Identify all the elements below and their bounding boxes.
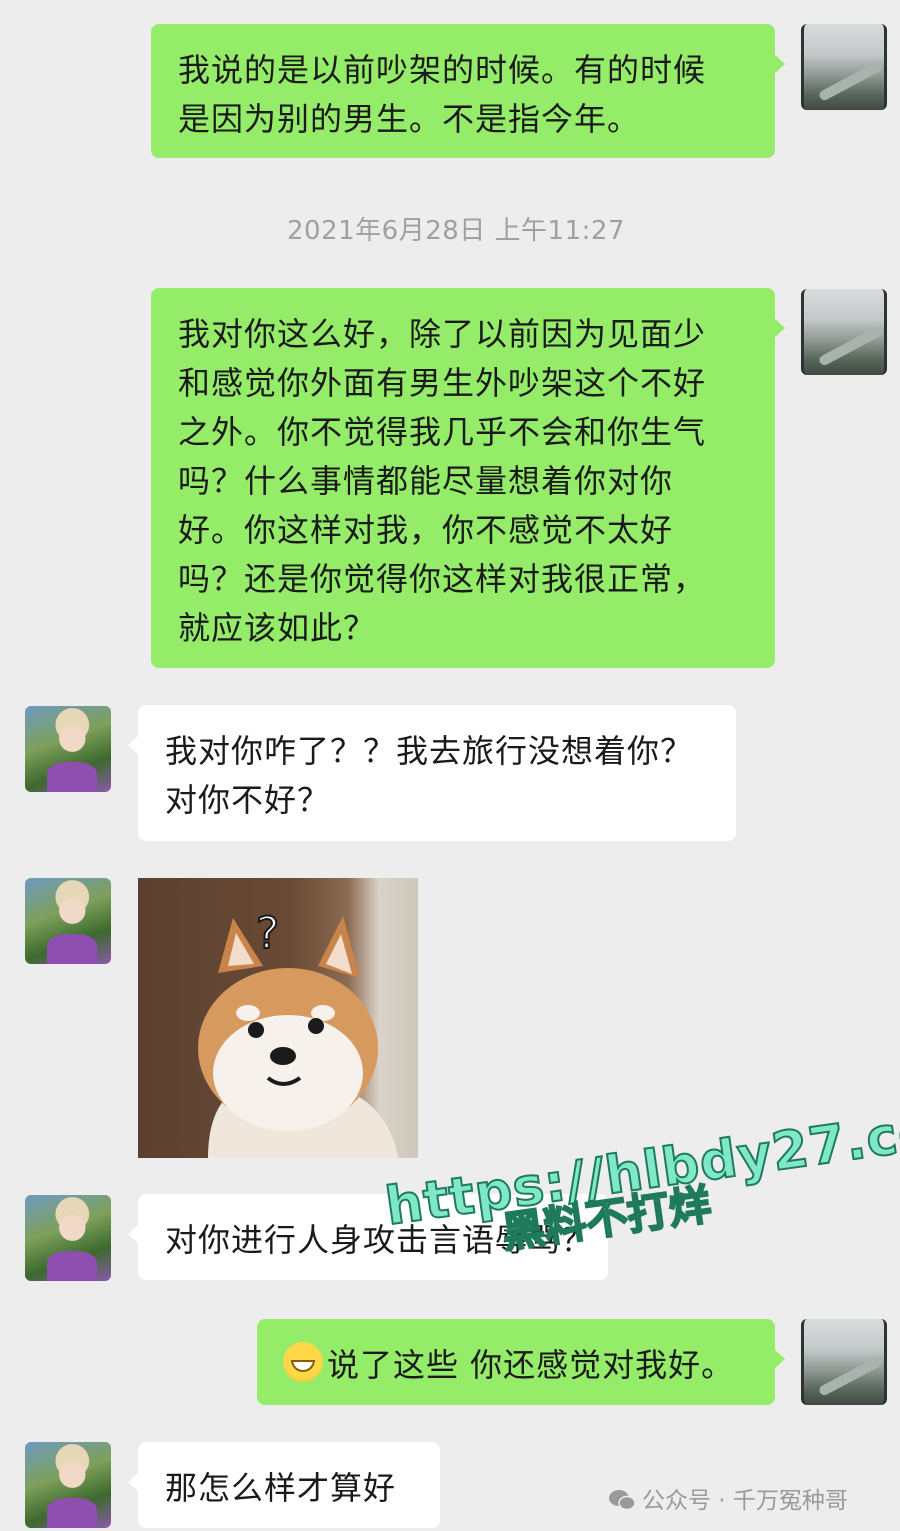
question-mark: ?: [255, 907, 280, 960]
message-line: 是因为别的男生。不是指今年。: [178, 100, 641, 138]
message-bubble-sent[interactable]: 我说的是以前吵架的时候。有的时候 是因为别的男生。不是指今年。: [151, 24, 785, 158]
message-bubble-received[interactable]: 我对你咋了？？我去旅行没想着你？ 对你不好？: [128, 705, 736, 841]
public-account-label: 公众号 · 千万冤种哥: [608, 1481, 848, 1515]
message-bubble-sent[interactable]: 我对你这么好，除了以前因为见面少 和感觉你外面有男生外吵架这个不好 之外。你不觉…: [151, 288, 785, 668]
message-line: 那怎么样才算好: [165, 1469, 397, 1507]
contact-avatar[interactable]: [25, 1195, 111, 1281]
message-line: 我说的是以前吵架的时候。有的时候: [178, 51, 707, 89]
shiba-question-sticker[interactable]: ?: [138, 878, 418, 1158]
message-line: 吗？什么事情都能尽量想着你对你: [178, 462, 674, 500]
message-line: 之外。你不觉得我几乎不会和你生气: [178, 413, 707, 451]
contact-avatar[interactable]: [25, 706, 111, 792]
timestamp: 2021年6月28日 上午11:27: [287, 216, 625, 246]
my-avatar[interactable]: [801, 289, 887, 375]
contact-avatar[interactable]: [25, 878, 111, 964]
my-avatar[interactable]: [801, 1319, 887, 1405]
message-line: 和感觉你外面有男生外吵架这个不好: [178, 364, 707, 402]
contact-avatar[interactable]: [25, 1442, 111, 1528]
message-line: 我对你这么好，除了以前因为见面少: [178, 315, 707, 353]
message-line: 对你不好？: [165, 781, 331, 819]
message-line: 就应该如此？: [178, 609, 377, 647]
message-line: 我对你咋了？？我去旅行没想着你？: [165, 732, 694, 770]
wechat-icon: [609, 1490, 636, 1511]
public-account-name: 公众号 · 千万冤种哥: [642, 1488, 848, 1514]
message-text: 说了这些 你还感觉对我好。: [327, 1346, 735, 1384]
message-line: 好。你这样对我，你不感觉不太好: [178, 511, 674, 549]
my-avatar[interactable]: [801, 24, 887, 110]
message-line: 吗？还是你觉得你这样对我很正常，: [178, 560, 707, 598]
message-line: 说了这些 你还感觉对我好。: [283, 1341, 748, 1390]
grinning-emoji-icon: [283, 1342, 323, 1382]
message-bubble-received[interactable]: 那怎么样才算好: [128, 1442, 440, 1528]
message-bubble-sent[interactable]: 说了这些 你还感觉对我好。: [257, 1319, 785, 1405]
